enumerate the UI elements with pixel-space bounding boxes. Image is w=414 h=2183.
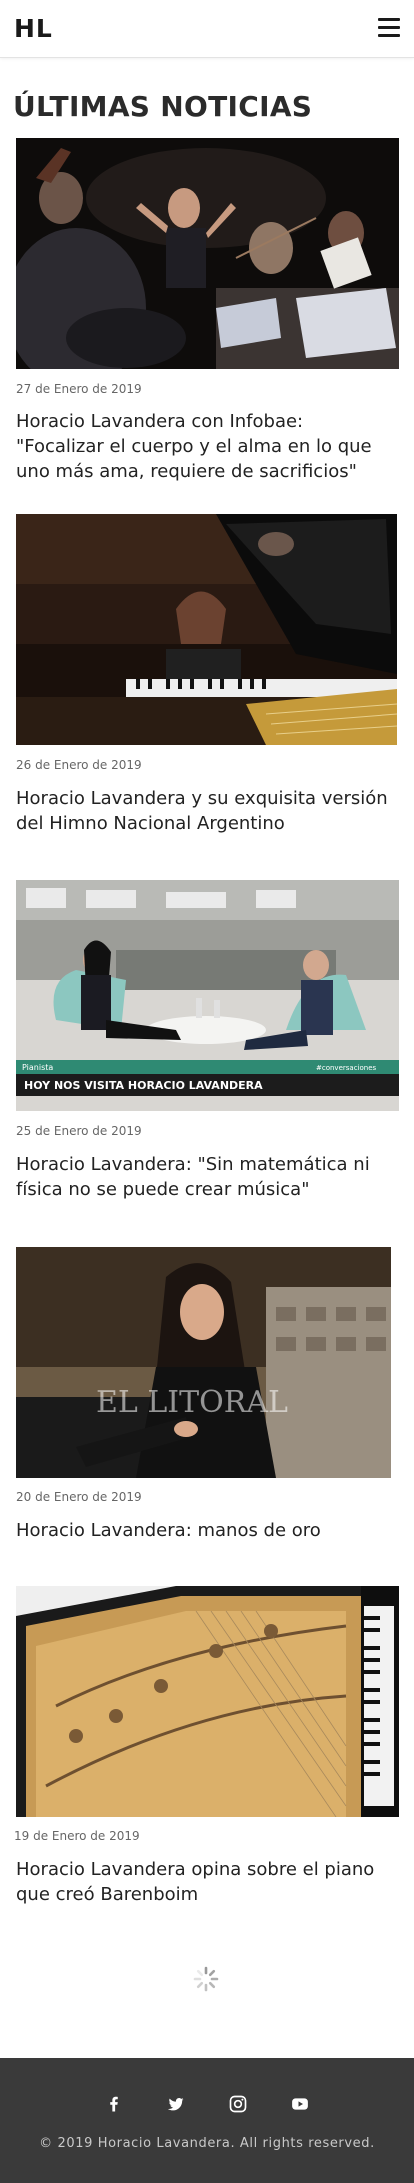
news-date: 27 de Enero de 2019 [16, 382, 142, 396]
instagram-icon[interactable] [226, 2092, 250, 2116]
news-image-piano-himno[interactable] [16, 514, 397, 745]
site-logo[interactable]: HL [14, 14, 53, 43]
loading-spinner-icon [193, 1966, 219, 1992]
news-image-tv-interview[interactable]: Pianista #conversaciones HOY NOS VISITA … [16, 880, 399, 1111]
news-date: 25 de Enero de 2019 [16, 1124, 142, 1138]
news-title[interactable]: Horacio Lavandera: "Sin matemática ni fí… [16, 1152, 396, 1202]
section-title: ÚLTIMAS NOTICIAS [13, 90, 313, 123]
news-title[interactable]: Horacio Lavandera con Infobae: "Focaliza… [16, 409, 396, 484]
image-watermark: EL LITORAL [96, 1385, 288, 1420]
image-tag: #conversaciones [316, 1064, 377, 1072]
news-title[interactable]: Horacio Lavandera y su exquisita versión… [16, 786, 396, 836]
news-title[interactable]: Horacio Lavandera: manos de oro [16, 1518, 396, 1543]
twitter-icon[interactable] [164, 2092, 188, 2116]
news-date: 20 de Enero de 2019 [16, 1490, 142, 1504]
news-image-orchestra[interactable] [16, 138, 399, 369]
image-caption-small: Pianista [22, 1063, 53, 1072]
hamburger-menu-icon[interactable] [378, 18, 400, 38]
news-date: 26 de Enero de 2019 [16, 758, 142, 772]
facebook-icon[interactable] [102, 2092, 126, 2116]
image-caption: HOY NOS VISITA HORACIO LAVANDERA [24, 1079, 263, 1092]
news-image-barenboim-piano[interactable] [16, 1586, 399, 1817]
news-date: 19 de Enero de 2019 [14, 1829, 140, 1843]
youtube-icon[interactable] [288, 2092, 312, 2116]
social-links [0, 2092, 414, 2116]
news-title[interactable]: Horacio Lavandera opina sobre el piano q… [16, 1857, 396, 1907]
copyright-text: © 2019 Horacio Lavandera. All rights res… [39, 2136, 375, 2151]
site-footer: © 2019 Horacio Lavandera. All rights res… [0, 2058, 414, 2183]
site-header: HL [0, 0, 414, 58]
news-image-portrait[interactable]: EL LITORAL [16, 1247, 391, 1478]
